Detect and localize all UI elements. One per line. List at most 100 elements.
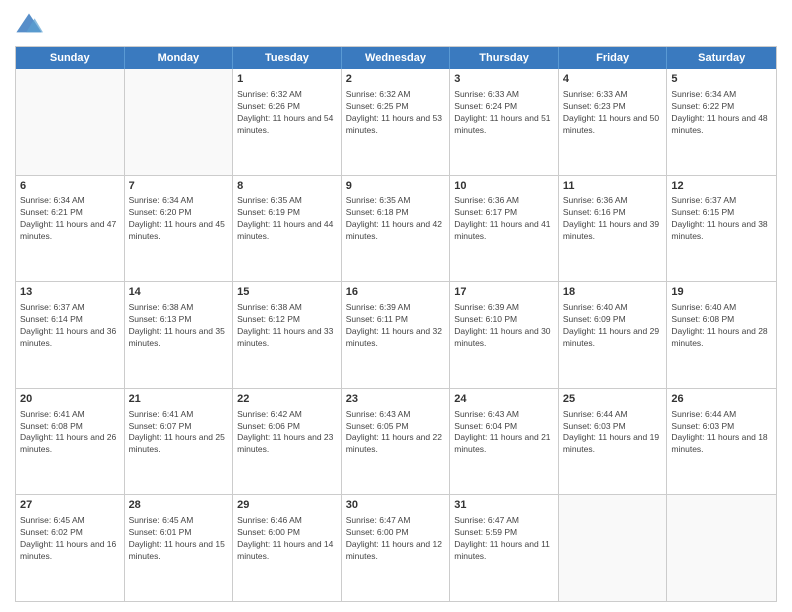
calendar-cell: 5Sunrise: 6:34 AM Sunset: 6:22 PM Daylig… xyxy=(667,69,776,175)
day-header-friday: Friday xyxy=(559,47,668,69)
cell-info: Sunrise: 6:45 AM Sunset: 6:02 PM Dayligh… xyxy=(20,515,120,563)
cell-info: Sunrise: 6:43 AM Sunset: 6:04 PM Dayligh… xyxy=(454,409,554,457)
calendar-week-4: 20Sunrise: 6:41 AM Sunset: 6:08 PM Dayli… xyxy=(16,388,776,495)
calendar-cell: 3 Sunrise: 6:33 AM Sunset: 6:24 PM Daylig… xyxy=(450,69,559,175)
logo-icon xyxy=(15,10,43,38)
calendar-cell: 27 Sunrise: 6:45 AM Sunset: 6:02 PM Dayli… xyxy=(16,495,125,601)
calendar-week-1: 1 Sunrise: 6:32 AM Sunset: 6:26 PM Daylig… xyxy=(16,69,776,175)
cell-info: Sunrise: 6:44 AM Sunset: 6:03 PM Dayligh… xyxy=(671,409,772,457)
cell-info: Sunrise: 6:35 AM Sunset: 6:19 PM Dayligh… xyxy=(237,195,337,243)
cell-info: Sunrise: 6:38 AM Sunset: 6:12 PM Dayligh… xyxy=(237,302,337,350)
calendar-cell xyxy=(667,495,776,601)
day-header-thursday: Thursday xyxy=(450,47,559,69)
calendar: SundayMondayTuesdayWednesdayThursdayFrid… xyxy=(15,46,777,602)
calendar-cell: 28 Sunrise: 6:45 AM Sunset: 6:01 PM Dayli… xyxy=(125,495,234,601)
page: SundayMondayTuesdayWednesdayThursdayFrid… xyxy=(0,0,792,612)
calendar-cell: 21 Sunrise: 6:41 AM Sunset: 6:07 PM Dayli… xyxy=(125,389,234,495)
cell-info: Sunrise: 6:41 AM Sunset: 6:07 PM Dayligh… xyxy=(129,409,229,457)
calendar-cell xyxy=(559,495,668,601)
calendar-cell: 15Sunrise: 6:38 AM Sunset: 6:12 PM Dayli… xyxy=(233,282,342,388)
calendar-cell: 4 Sunrise: 6:33 AM Sunset: 6:23 PM Daylig… xyxy=(559,69,668,175)
day-number: 30 xyxy=(346,498,446,513)
day-number: 26 xyxy=(671,392,772,407)
day-number: 7 xyxy=(129,179,229,194)
cell-info: Sunrise: 6:40 AM Sunset: 6:09 PM Dayligh… xyxy=(563,302,663,350)
day-number: 28 xyxy=(129,498,229,513)
calendar-cell: 1 Sunrise: 6:32 AM Sunset: 6:26 PM Daylig… xyxy=(233,69,342,175)
calendar-cell xyxy=(16,69,125,175)
calendar-cell: 8Sunrise: 6:35 AM Sunset: 6:19 PM Daylig… xyxy=(233,176,342,282)
calendar-header: SundayMondayTuesdayWednesdayThursdayFrid… xyxy=(16,47,776,69)
calendar-cell: 20Sunrise: 6:41 AM Sunset: 6:08 PM Dayli… xyxy=(16,389,125,495)
calendar-cell: 18 Sunrise: 6:40 AM Sunset: 6:09 PM Dayli… xyxy=(559,282,668,388)
day-number: 31 xyxy=(454,498,554,513)
day-header-sunday: Sunday xyxy=(16,47,125,69)
calendar-cell: 2Sunrise: 6:32 AM Sunset: 6:25 PM Daylig… xyxy=(342,69,451,175)
day-number: 21 xyxy=(129,392,229,407)
calendar-week-5: 27 Sunrise: 6:45 AM Sunset: 6:02 PM Dayli… xyxy=(16,494,776,601)
day-number: 10 xyxy=(454,179,554,194)
day-number: 29 xyxy=(237,498,337,513)
cell-info: Sunrise: 6:33 AM Sunset: 6:23 PM Dayligh… xyxy=(563,89,663,137)
cell-info: Sunrise: 6:34 AM Sunset: 6:22 PM Dayligh… xyxy=(671,89,772,137)
logo xyxy=(15,10,47,38)
day-number: 4 xyxy=(563,72,663,87)
calendar-cell: 13Sunrise: 6:37 AM Sunset: 6:14 PM Dayli… xyxy=(16,282,125,388)
day-number: 18 xyxy=(563,285,663,300)
day-header-monday: Monday xyxy=(125,47,234,69)
cell-info: Sunrise: 6:43 AM Sunset: 6:05 PM Dayligh… xyxy=(346,409,446,457)
day-number: 25 xyxy=(563,392,663,407)
calendar-cell: 7Sunrise: 6:34 AM Sunset: 6:20 PM Daylig… xyxy=(125,176,234,282)
calendar-week-3: 13Sunrise: 6:37 AM Sunset: 6:14 PM Dayli… xyxy=(16,281,776,388)
cell-info: Sunrise: 6:39 AM Sunset: 6:11 PM Dayligh… xyxy=(346,302,446,350)
calendar-cell: 25 Sunrise: 6:44 AM Sunset: 6:03 PM Dayli… xyxy=(559,389,668,495)
cell-info: Sunrise: 6:41 AM Sunset: 6:08 PM Dayligh… xyxy=(20,409,120,457)
day-header-saturday: Saturday xyxy=(667,47,776,69)
day-number: 1 xyxy=(237,72,337,87)
cell-info: Sunrise: 6:34 AM Sunset: 6:21 PM Dayligh… xyxy=(20,195,120,243)
cell-info: Sunrise: 6:38 AM Sunset: 6:13 PM Dayligh… xyxy=(129,302,229,350)
calendar-cell: 30 Sunrise: 6:47 AM Sunset: 6:00 PM Dayli… xyxy=(342,495,451,601)
day-number: 9 xyxy=(346,179,446,194)
cell-info: Sunrise: 6:37 AM Sunset: 6:14 PM Dayligh… xyxy=(20,302,120,350)
cell-info: Sunrise: 6:37 AM Sunset: 6:15 PM Dayligh… xyxy=(671,195,772,243)
day-number: 11 xyxy=(563,179,663,194)
day-header-wednesday: Wednesday xyxy=(342,47,451,69)
day-number: 23 xyxy=(346,392,446,407)
cell-info: Sunrise: 6:47 AM Sunset: 6:00 PM Dayligh… xyxy=(346,515,446,563)
cell-info: Sunrise: 6:35 AM Sunset: 6:18 PM Dayligh… xyxy=(346,195,446,243)
calendar-cell: 11Sunrise: 6:36 AM Sunset: 6:16 PM Dayli… xyxy=(559,176,668,282)
cell-info: Sunrise: 6:42 AM Sunset: 6:06 PM Dayligh… xyxy=(237,409,337,457)
cell-info: Sunrise: 6:36 AM Sunset: 6:16 PM Dayligh… xyxy=(563,195,663,243)
cell-info: Sunrise: 6:40 AM Sunset: 6:08 PM Dayligh… xyxy=(671,302,772,350)
calendar-cell: 24 Sunrise: 6:43 AM Sunset: 6:04 PM Dayli… xyxy=(450,389,559,495)
day-header-tuesday: Tuesday xyxy=(233,47,342,69)
cell-info: Sunrise: 6:47 AM Sunset: 5:59 PM Dayligh… xyxy=(454,515,554,563)
calendar-week-2: 6Sunrise: 6:34 AM Sunset: 6:21 PM Daylig… xyxy=(16,175,776,282)
calendar-cell: 22Sunrise: 6:42 AM Sunset: 6:06 PM Dayli… xyxy=(233,389,342,495)
day-number: 3 xyxy=(454,72,554,87)
cell-info: Sunrise: 6:39 AM Sunset: 6:10 PM Dayligh… xyxy=(454,302,554,350)
day-number: 17 xyxy=(454,285,554,300)
day-number: 6 xyxy=(20,179,120,194)
cell-info: Sunrise: 6:45 AM Sunset: 6:01 PM Dayligh… xyxy=(129,515,229,563)
cell-info: Sunrise: 6:44 AM Sunset: 6:03 PM Dayligh… xyxy=(563,409,663,457)
cell-info: Sunrise: 6:34 AM Sunset: 6:20 PM Dayligh… xyxy=(129,195,229,243)
cell-info: Sunrise: 6:32 AM Sunset: 6:26 PM Dayligh… xyxy=(237,89,337,137)
header xyxy=(15,10,777,38)
calendar-cell: 10Sunrise: 6:36 AM Sunset: 6:17 PM Dayli… xyxy=(450,176,559,282)
calendar-cell: 29Sunrise: 6:46 AM Sunset: 6:00 PM Dayli… xyxy=(233,495,342,601)
day-number: 24 xyxy=(454,392,554,407)
calendar-body: 1 Sunrise: 6:32 AM Sunset: 6:26 PM Daylig… xyxy=(16,69,776,601)
calendar-cell: 16 Sunrise: 6:39 AM Sunset: 6:11 PM Dayli… xyxy=(342,282,451,388)
calendar-cell: 23 Sunrise: 6:43 AM Sunset: 6:05 PM Dayli… xyxy=(342,389,451,495)
day-number: 27 xyxy=(20,498,120,513)
calendar-cell: 12Sunrise: 6:37 AM Sunset: 6:15 PM Dayli… xyxy=(667,176,776,282)
calendar-cell: 17 Sunrise: 6:39 AM Sunset: 6:10 PM Dayli… xyxy=(450,282,559,388)
cell-info: Sunrise: 6:33 AM Sunset: 6:24 PM Dayligh… xyxy=(454,89,554,137)
day-number: 16 xyxy=(346,285,446,300)
day-number: 14 xyxy=(129,285,229,300)
calendar-cell: 26 Sunrise: 6:44 AM Sunset: 6:03 PM Dayli… xyxy=(667,389,776,495)
day-number: 8 xyxy=(237,179,337,194)
cell-info: Sunrise: 6:32 AM Sunset: 6:25 PM Dayligh… xyxy=(346,89,446,137)
